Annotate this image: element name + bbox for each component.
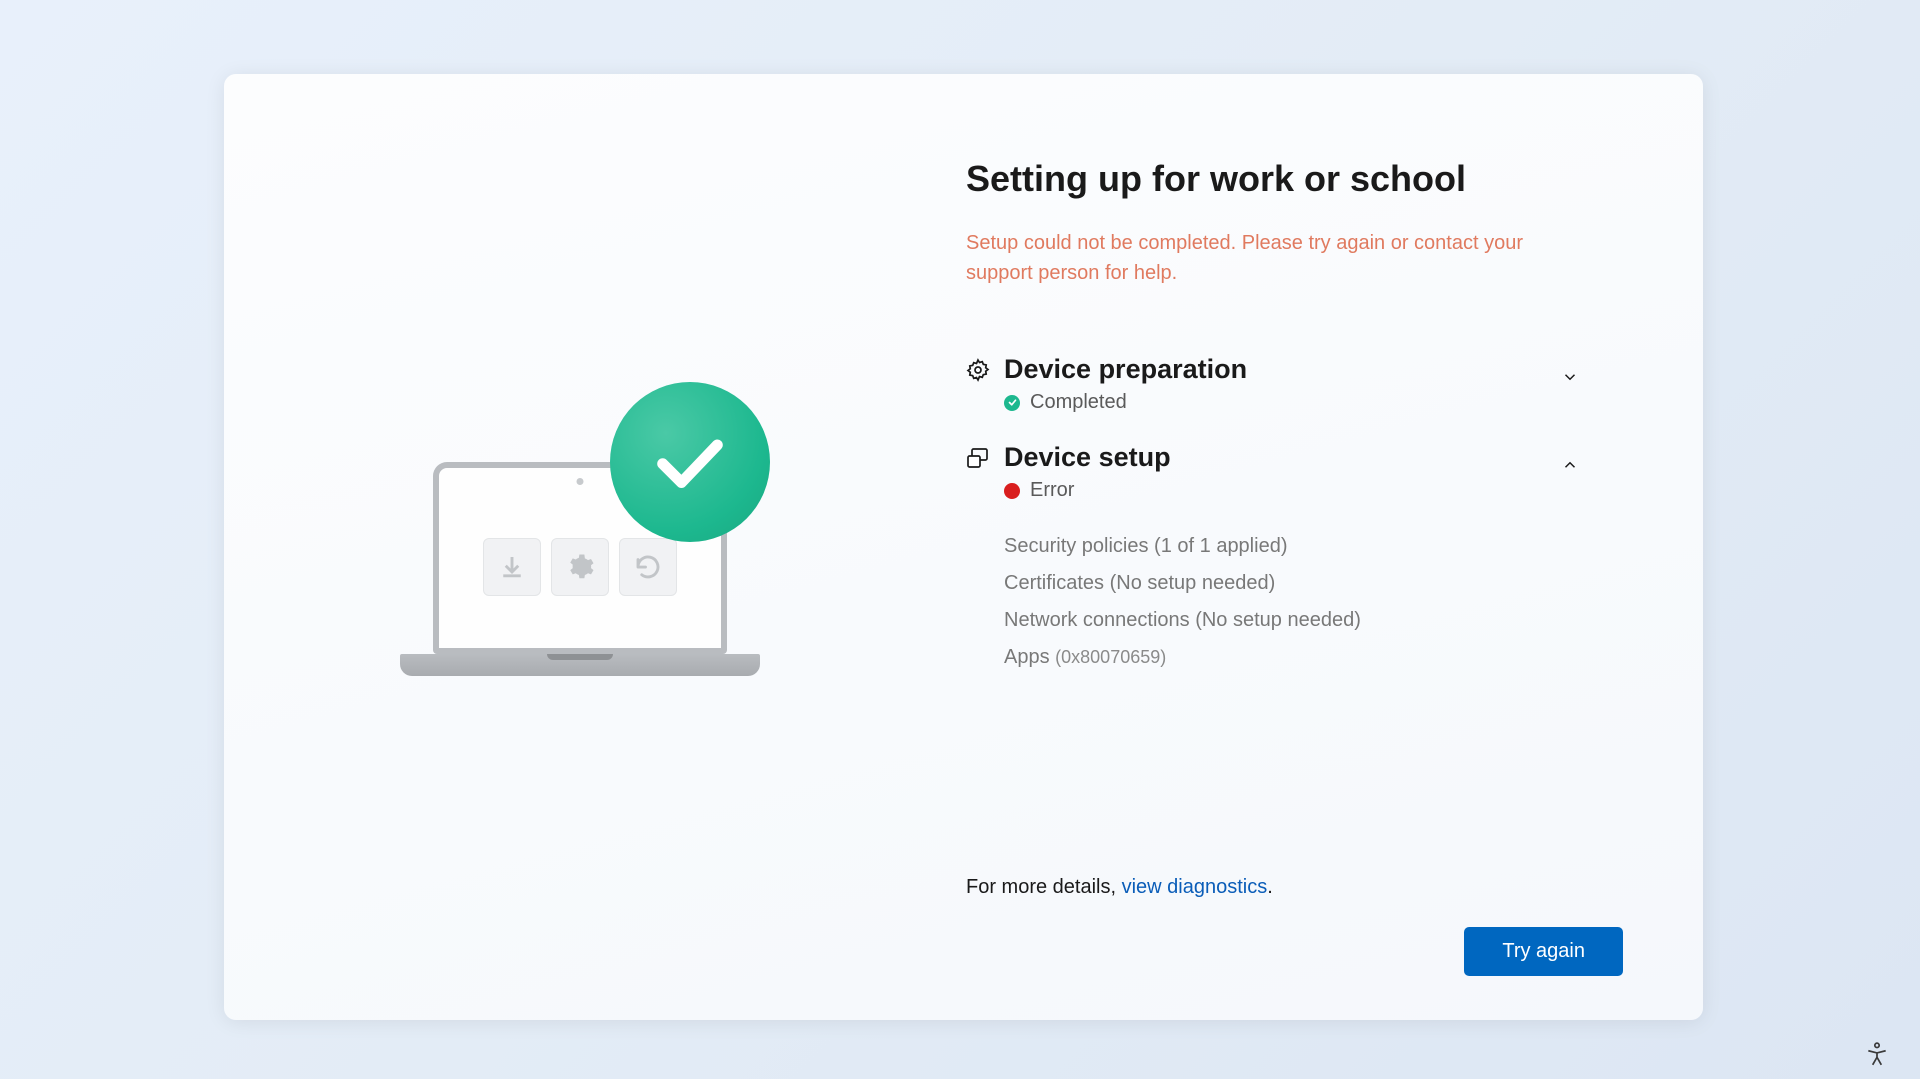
try-again-button[interactable]: Try again [1464, 927, 1623, 976]
device-setup-status: Error [1004, 479, 1623, 502]
laptop-notch [547, 654, 613, 660]
laptop-illustration [390, 382, 800, 682]
device-preparation-toggle[interactable]: Device preparation Completed [966, 354, 1623, 414]
button-row: Try again [966, 927, 1623, 976]
download-icon [483, 538, 541, 596]
footer-suffix: . [1267, 876, 1273, 898]
illustration-panel [224, 74, 966, 1020]
accessibility-icon[interactable] [1864, 1041, 1890, 1067]
setup-card: Setting up for work or school Setup coul… [224, 74, 1703, 1020]
device-setup-status-text: Error [1030, 479, 1074, 502]
device-preparation-content: Device preparation Completed [1004, 354, 1623, 414]
chevron-up-icon [1561, 456, 1579, 474]
devices-icon [966, 446, 990, 470]
refresh-icon [619, 538, 677, 596]
detail-security-policies: Security policies (1 of 1 applied) [1004, 528, 1623, 565]
view-diagnostics-link[interactable]: view diagnostics [1122, 876, 1268, 898]
footer: For more details, view diagnostics. Try … [966, 876, 1623, 976]
gear-icon [966, 358, 990, 382]
device-setup-title: Device setup [1004, 442, 1623, 473]
device-preparation-section: Device preparation Completed [966, 354, 1623, 414]
detail-network: Network connections (No setup needed) [1004, 602, 1623, 639]
detail-apps-code: (0x80070659) [1055, 647, 1166, 667]
detail-certificates: Certificates (No setup needed) [1004, 565, 1623, 602]
footer-text: For more details, view diagnostics. [966, 876, 1623, 899]
device-setup-content: Device setup Error [1004, 442, 1623, 502]
chevron-down-icon [1561, 368, 1579, 386]
device-setup-details: Security policies (1 of 1 applied) Certi… [1004, 528, 1623, 676]
content-panel: Setting up for work or school Setup coul… [966, 74, 1703, 1020]
laptop-camera [577, 478, 584, 485]
laptop-icon-row [483, 538, 677, 596]
page-title: Setting up for work or school [966, 158, 1623, 200]
device-preparation-status-text: Completed [1030, 391, 1127, 414]
detail-apps-label: Apps [1004, 646, 1050, 668]
device-setup-section: Device setup Error Security policies (1 … [966, 442, 1623, 676]
status-error-icon [1004, 483, 1020, 499]
footer-prefix: For more details, [966, 876, 1122, 898]
status-complete-icon [1004, 395, 1020, 411]
laptop-base [400, 654, 760, 676]
checkmark-badge-icon [610, 382, 770, 542]
detail-apps: Apps (0x80070659) [1004, 639, 1623, 676]
device-preparation-status: Completed [1004, 391, 1623, 414]
settings-mini-icon [551, 538, 609, 596]
device-setup-toggle[interactable]: Device setup Error [966, 442, 1623, 502]
error-message: Setup could not be completed. Please try… [966, 228, 1526, 288]
device-preparation-title: Device preparation [1004, 354, 1623, 385]
